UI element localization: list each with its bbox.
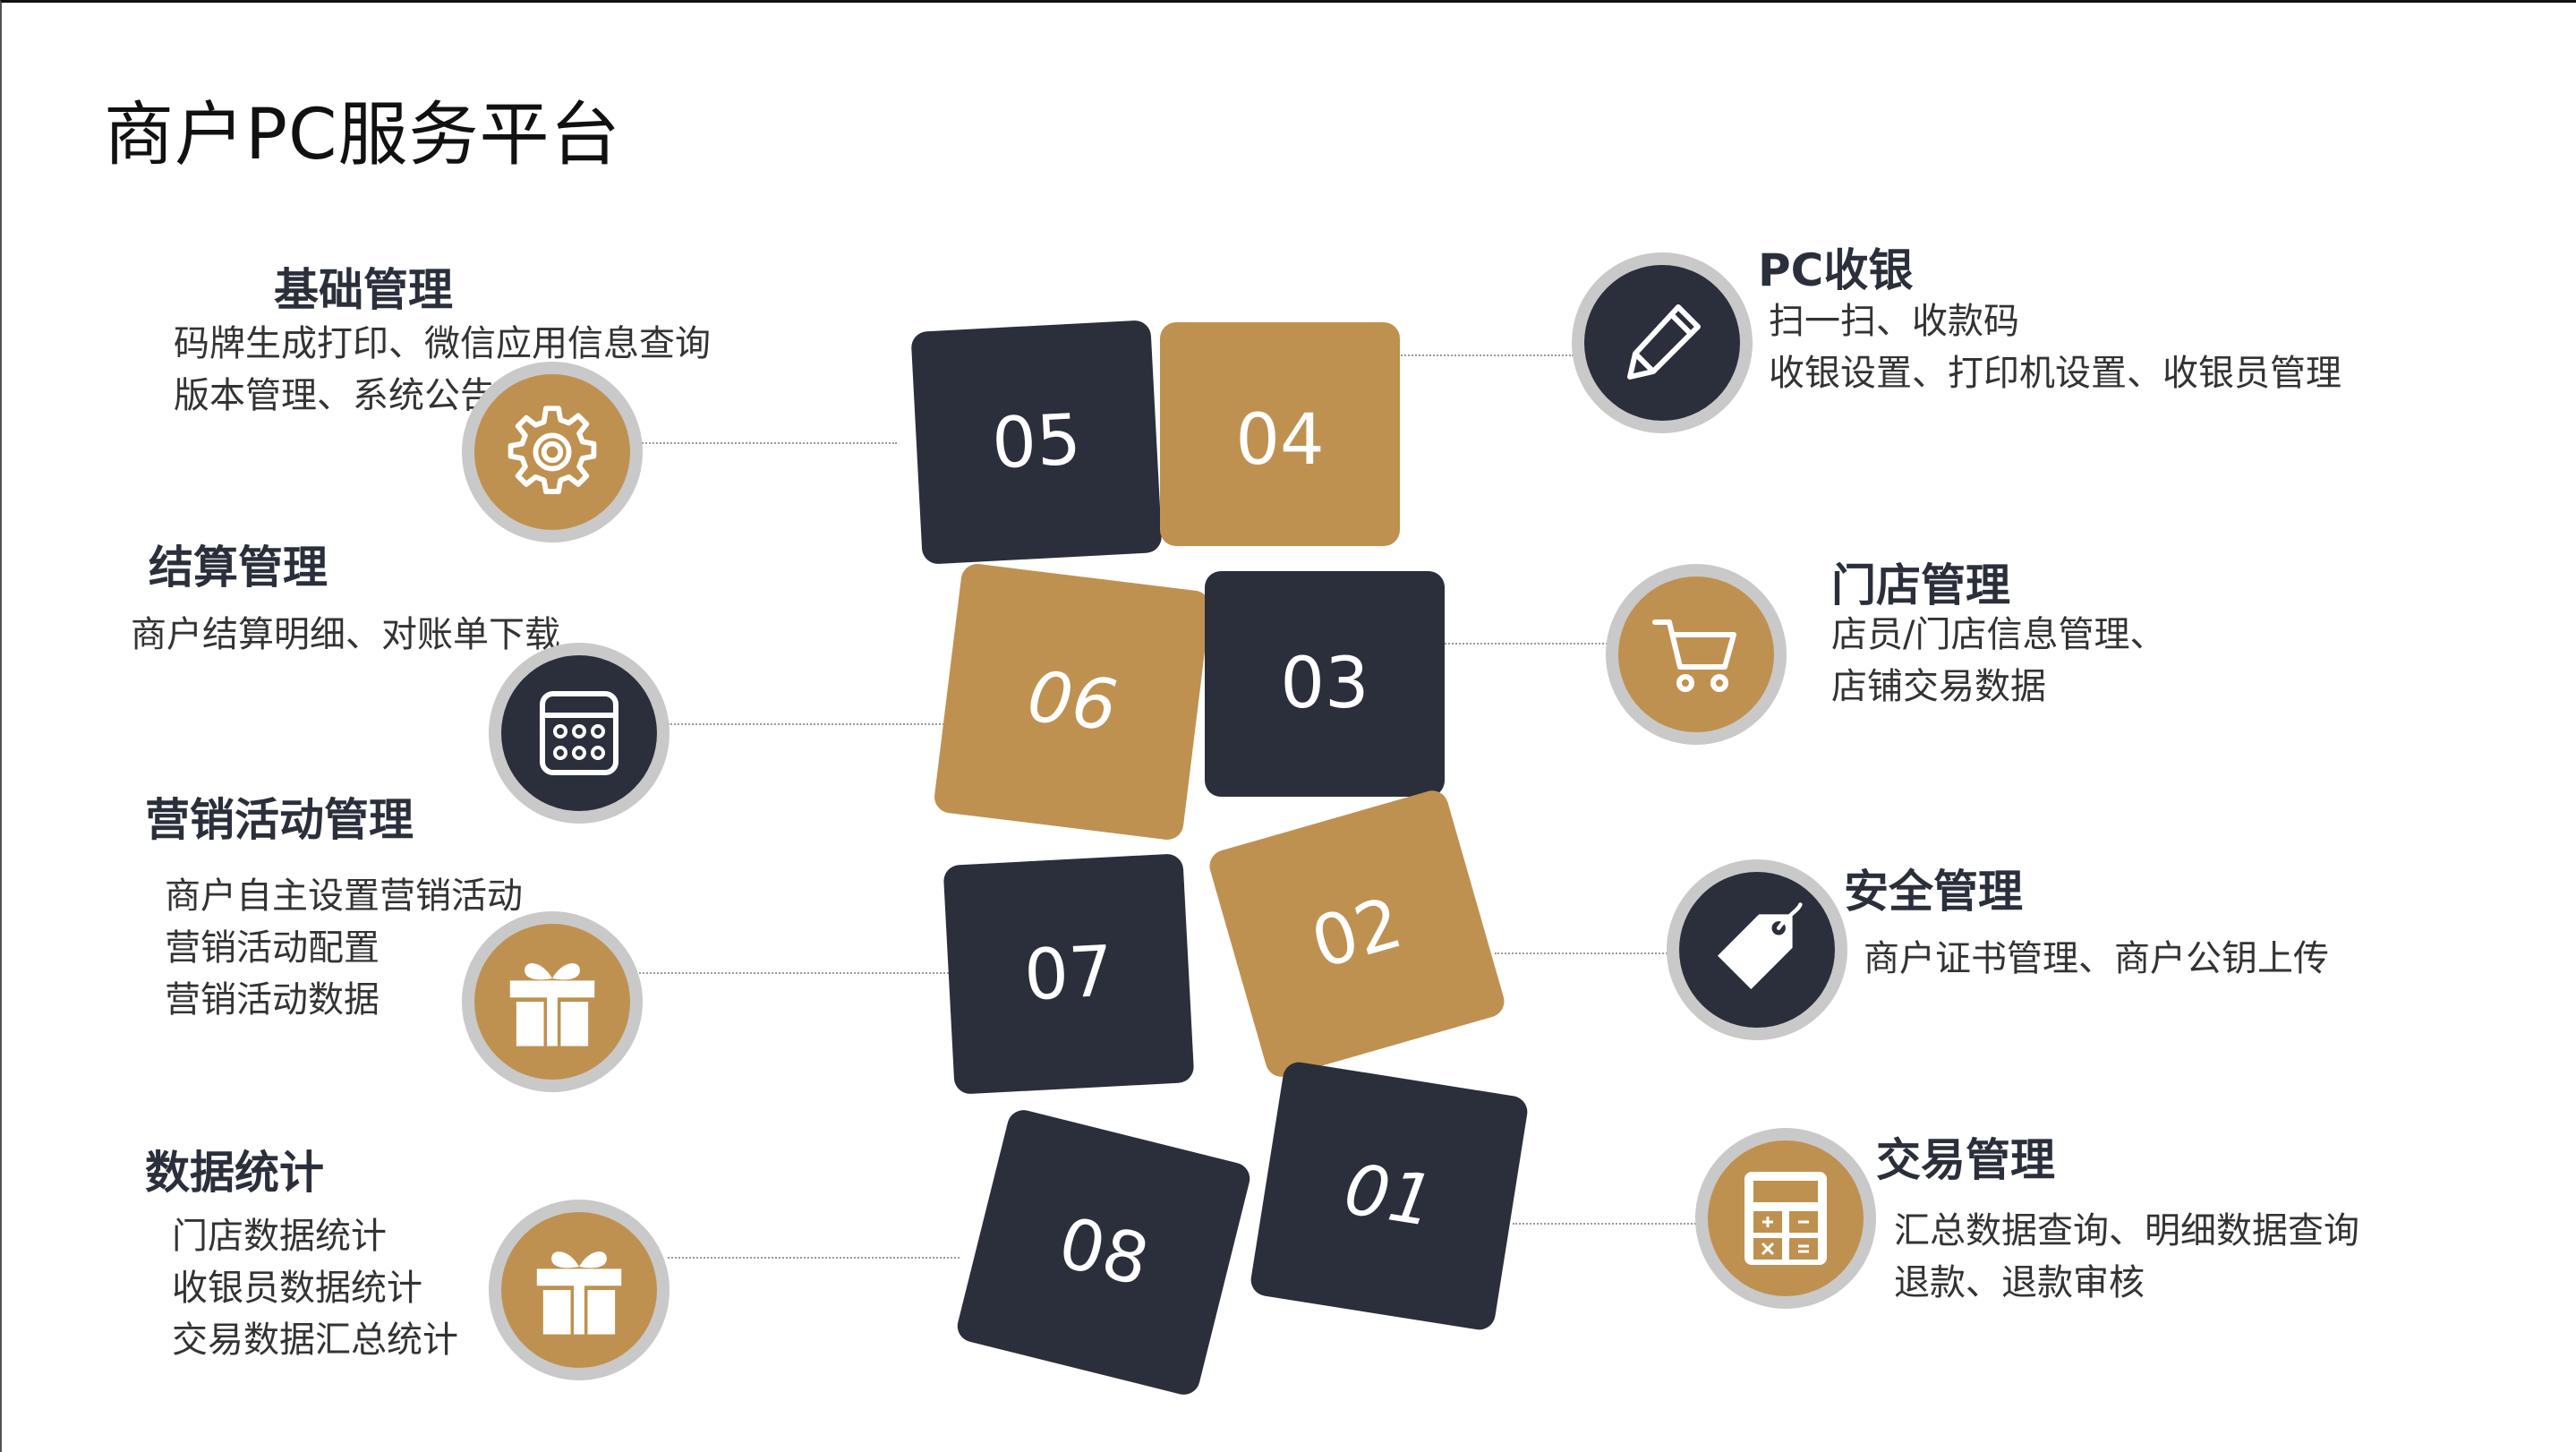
connector-mendian: [1441, 643, 1608, 645]
heading-mendian: 门店管理: [1831, 559, 2010, 611]
desc-line: 商户证书管理、商户公钥上传: [1864, 938, 2329, 979]
desc-jiaoyi: 汇总数据查询、明细数据查询 退款、退款审核: [1894, 1205, 2359, 1309]
desc-line: 扫一扫、收款码: [1769, 301, 2019, 342]
desc-line: 商户自主设置营销活动: [165, 875, 523, 917]
tag-icon: [1718, 902, 1803, 989]
icon-badge-mendian: [1606, 564, 1787, 745]
desc-line: 商户结算明细、对账单下载: [131, 614, 560, 655]
desc-line: 收银设置、打印机设置、收银员管理: [1769, 353, 2341, 394]
heading-yingxiao: 营销活动管理: [145, 794, 414, 846]
connector-pc: [1398, 354, 1574, 356]
icon-badge-anquan: [1667, 859, 1847, 1040]
desc-jiesuan: 商户结算明细、对账单下载: [131, 609, 560, 661]
calculator-icon: [540, 691, 618, 775]
icon-badge-pc: [1572, 252, 1753, 433]
heading-jiaoyi: 交易管理: [1876, 1134, 2055, 1186]
tile-05: 05: [910, 320, 1163, 565]
icon-badge-jichu: [462, 362, 643, 542]
icon-badge-shuju: [489, 1200, 670, 1380]
cart-icon: [1652, 619, 1736, 692]
connector-anquan: [1495, 952, 1670, 954]
icon-badge-jiaoyi: [1695, 1128, 1876, 1309]
desc-line: 汇总数据查询、明细数据查询: [1894, 1210, 2359, 1251]
icon-badge-jiesuan: [489, 643, 670, 824]
desc-line: 店员/门店信息管理、: [1831, 614, 2166, 655]
desc-line: 退款、退款审核: [1894, 1262, 2145, 1303]
connector-jiesuan: [668, 723, 951, 725]
tile-04: 04: [1160, 322, 1400, 546]
desc-pc: 扫一扫、收款码 收银设置、打印机设置、收银员管理: [1769, 295, 2341, 399]
gift-icon: [536, 1251, 622, 1335]
pencil-icon: [1627, 304, 1701, 380]
calculator-icon: [1744, 1172, 1827, 1265]
connector-shuju: [668, 1257, 960, 1259]
tile-07: 07: [943, 853, 1195, 1095]
heading-anquan: 安全管理: [1844, 866, 2023, 918]
connector-jiaoyi: [1513, 1223, 1706, 1225]
heading-jiesuan: 结算管理: [149, 542, 328, 594]
desc-mendian: 店员/门店信息管理、 店铺交易数据: [1831, 609, 2165, 713]
gift-icon: [509, 963, 595, 1046]
heading-pc: PC收银: [1758, 244, 1914, 296]
tile-01: 01: [1249, 1060, 1530, 1332]
desc-line: 码牌生成打印、微信应用信息查询: [174, 323, 711, 364]
desc-line: 收银员数据统计: [172, 1268, 422, 1309]
heading-jichu: 基础管理: [274, 264, 453, 316]
desc-line: 交易数据汇总统计: [172, 1320, 458, 1361]
heading-shuju: 数据统计: [145, 1147, 324, 1199]
desc-shuju: 门店数据统计 收银员数据统计 交易数据汇总统计: [172, 1210, 458, 1366]
icon-badge-yingxiao: [462, 911, 643, 1092]
connector-jichu: [639, 442, 897, 444]
tile-06: 06: [932, 561, 1213, 842]
tile-03: 03: [1205, 571, 1445, 797]
gear-icon: [508, 406, 597, 494]
desc-anquan: 商户证书管理、商户公钥上传: [1864, 933, 2329, 985]
desc-line: 店铺交易数据: [1831, 666, 2046, 707]
desc-line: 门店数据统计: [172, 1216, 387, 1257]
connector-yingxiao: [639, 972, 949, 974]
page-title: 商户PC服务平台: [104, 95, 621, 175]
